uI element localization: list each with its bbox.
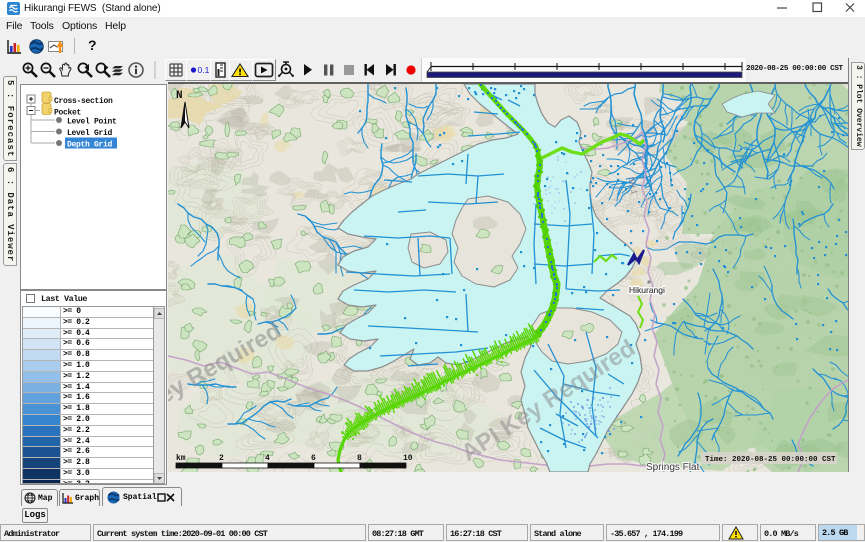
svg-text:Pocket: Pocket [54,109,82,118]
svg-text:2: 2 [219,454,224,463]
svg-text:6: 6 [311,454,316,463]
svg-text:Cross-section: Cross-section [54,97,113,106]
svg-text:8: 8 [357,454,362,463]
svg-text:Time: 2020-08-25 00:00:00 CST: Time: 2020-08-25 00:00:00 CST [705,456,836,464]
svg-text:10: 10 [403,454,413,463]
svg-text:0.1: 0.1 [198,65,210,75]
svg-text:km: km [176,454,186,463]
svg-text:Springs Flat: Springs Flat [646,462,700,472]
svg-text:N: N [176,90,183,102]
svg-text:Level Grid: Level Grid [67,129,113,138]
svg-text:4: 4 [265,454,270,463]
svg-text:Depth Grid: Depth Grid [67,141,113,150]
svg-text:Level Point: Level Point [67,118,117,127]
svg-text:Hikurangi: Hikurangi [629,285,665,295]
